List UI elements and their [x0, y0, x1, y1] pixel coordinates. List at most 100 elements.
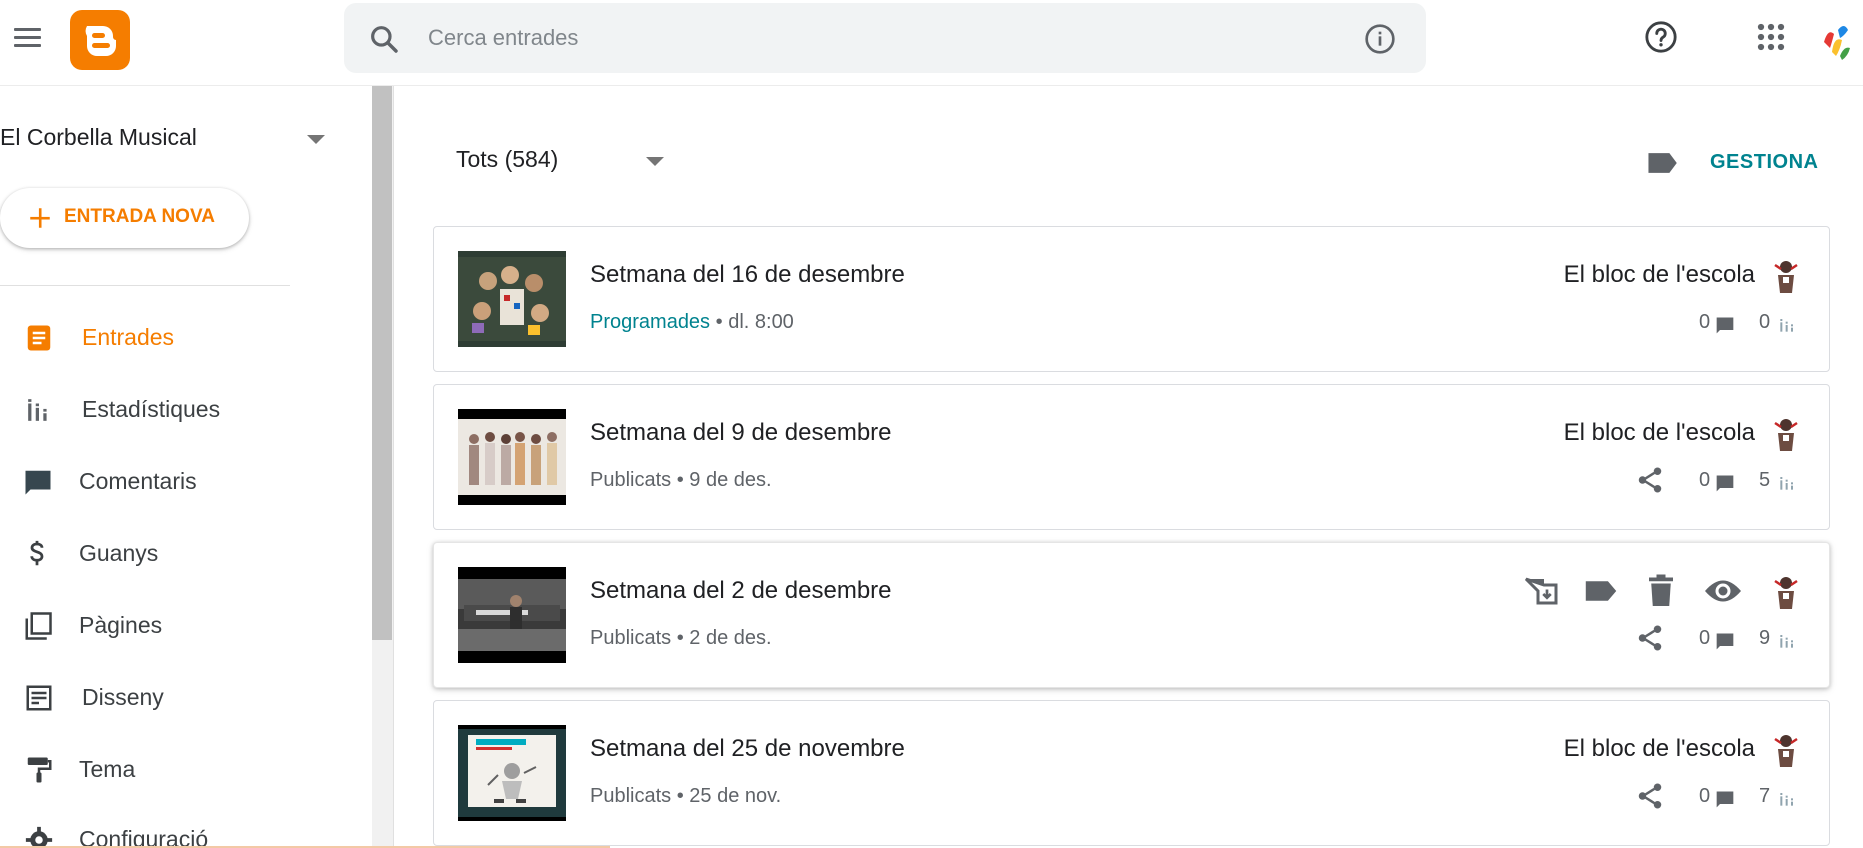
dollar-icon [30, 540, 44, 566]
post-stats: 0 7 [1623, 783, 1803, 813]
sidebar-item-stats[interactable]: Estadístiques [0, 383, 360, 437]
comment-count: 0 [1699, 627, 1711, 649]
comments-icon [1716, 317, 1734, 334]
share-icon[interactable] [1635, 623, 1665, 653]
sidebar-item-label: Guanys [79, 540, 159, 566]
author-avatar [1774, 735, 1798, 767]
info-icon[interactable] [1364, 23, 1396, 55]
blog-selector-dropdown[interactable]: El Corbella Musical [0, 116, 330, 160]
post-date: 2 de des. [689, 627, 772, 649]
stats-icon [1780, 635, 1793, 648]
author-avatar [1774, 261, 1798, 293]
sidebar-item-comments[interactable]: Comentaris [0, 455, 360, 509]
view-count: 5 [1759, 469, 1771, 491]
dropdown-caret-icon [307, 135, 325, 144]
post-blog-name: El bloc de l'escola [1563, 735, 1755, 762]
post-thumbnail [458, 567, 566, 663]
post-title[interactable]: Setmana del 25 de novembre [590, 735, 905, 763]
post-meta: Publicats • 25 de nov. [590, 785, 781, 808]
sidebar-item-posts[interactable]: Entrades [0, 311, 360, 365]
blogger-logo[interactable] [70, 10, 130, 70]
view-count: 0 [1759, 311, 1771, 333]
sidebar-item-earnings[interactable]: Guanys [0, 527, 360, 581]
post-date: 9 de des. [689, 469, 772, 491]
meta-separator: • [676, 785, 684, 807]
top-bar [0, 0, 1863, 86]
post-title[interactable]: Setmana del 16 de desembre [590, 261, 905, 289]
sidebar-item-layout[interactable]: Disseny [0, 671, 360, 725]
post-stats: 0 0 [1683, 311, 1803, 339]
sidebar-divider [0, 285, 290, 286]
posts-icon [27, 325, 51, 351]
help-icon[interactable] [1644, 20, 1678, 54]
stats-icon [28, 399, 47, 421]
dropdown-caret-icon [646, 157, 664, 166]
sidebar-item-label: Comentaris [79, 468, 197, 494]
post-stats: 0 9 [1623, 625, 1803, 655]
post-thumbnail [458, 409, 566, 505]
post-filter-label: Tots (584) [456, 146, 559, 172]
label-icon[interactable] [1646, 150, 1678, 176]
sidebar-item-label: Configuració [79, 826, 209, 848]
new-post-label: ENTRADA NOVA [64, 206, 215, 227]
comment-count: 0 [1699, 311, 1711, 333]
stats-icon [1780, 319, 1793, 332]
new-post-button[interactable]: ENTRADA NOVA [0, 188, 249, 248]
comments-icon [1716, 475, 1734, 492]
sidebar-item-label: Disseny [82, 684, 164, 710]
search-input[interactable] [428, 19, 1308, 57]
view-count: 9 [1759, 627, 1771, 649]
stats-icon [1780, 793, 1793, 806]
apps-grid-icon[interactable] [1756, 22, 1786, 52]
sidebar-item-settings[interactable]: Configuració [0, 813, 360, 848]
meta-separator: • [676, 469, 684, 491]
delete-icon[interactable] [1643, 573, 1679, 609]
post-card[interactable]: Setmana del 2 de desembre Publicats • 2 … [433, 542, 1830, 688]
hamburger-menu-icon[interactable] [12, 22, 44, 54]
post-title[interactable]: Setmana del 2 de desembre [590, 577, 892, 605]
revert-to-draft-icon[interactable] [1523, 573, 1559, 609]
author-avatar [1774, 419, 1798, 451]
post-status: Publicats [590, 469, 672, 491]
view-count: 7 [1759, 785, 1771, 807]
post-status: Programades [590, 311, 711, 333]
post-title[interactable]: Setmana del 9 de desembre [590, 419, 892, 447]
search-icon[interactable] [368, 23, 400, 55]
share-icon[interactable] [1635, 465, 1665, 495]
meta-separator: • [715, 311, 723, 333]
post-card[interactable]: Setmana del 25 de novembre Publicats • 2… [433, 700, 1830, 846]
layout-icon [26, 685, 52, 711]
plus-icon [30, 208, 50, 228]
stats-icon [1780, 477, 1793, 490]
pages-icon [25, 612, 52, 640]
comments-icon [1716, 633, 1734, 650]
post-meta: Publicats • 9 de des. [590, 469, 772, 492]
sidebar: El Corbella Musical ENTRADA NOVA Entrade… [0, 86, 372, 848]
sidebar-item-pages[interactable]: Pàgines [0, 599, 360, 653]
manage-labels-button[interactable]: GESTIONA [1710, 151, 1818, 174]
sidebar-item-label: Tema [79, 756, 136, 782]
sidebar-item-theme[interactable]: Tema [0, 743, 360, 797]
view-eye-icon[interactable] [1703, 573, 1743, 609]
gear-icon [25, 826, 53, 848]
label-icon[interactable] [1583, 573, 1619, 609]
account-avatar[interactable] [1818, 12, 1863, 68]
sidebar-scrollbar-thumb[interactable] [372, 86, 392, 640]
search-bar [344, 3, 1426, 73]
post-stats: 0 5 [1623, 467, 1803, 497]
post-card[interactable]: Setmana del 9 de desembre Publicats • 9 … [433, 384, 1830, 530]
post-thumbnail [458, 725, 566, 821]
author-avatar [1774, 577, 1798, 609]
blog-name: El Corbella Musical [0, 124, 197, 150]
post-meta: Publicats • 2 de des. [590, 627, 772, 650]
share-icon[interactable] [1635, 781, 1665, 811]
sidebar-item-label: Estadístiques [82, 396, 221, 422]
post-status: Publicats [590, 627, 672, 649]
post-blog-name: El bloc de l'escola [1563, 261, 1755, 288]
post-status: Publicats [590, 785, 672, 807]
comments-icon [1716, 791, 1734, 808]
sidebar-item-label: Pàgines [79, 612, 163, 638]
post-card[interactable]: Setmana del 16 de desembre Programades •… [433, 226, 1830, 372]
post-thumbnail [458, 251, 566, 347]
post-filter-dropdown[interactable]: Tots (584) [456, 140, 686, 180]
